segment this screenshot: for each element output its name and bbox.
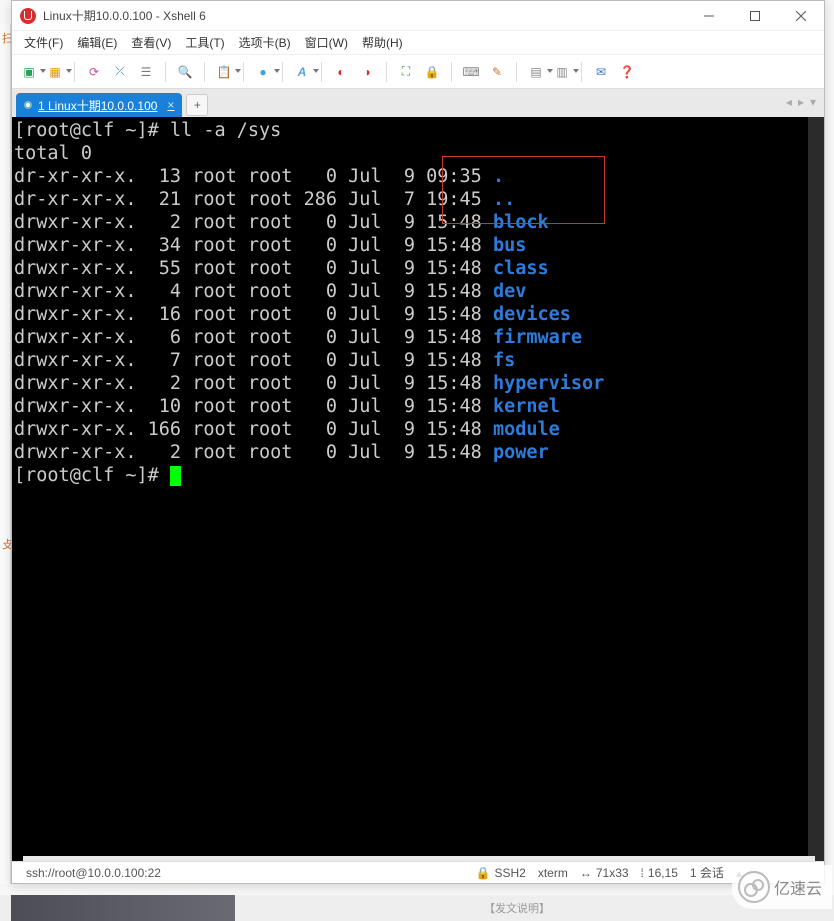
left-sliver: 扫 攴: [0, 24, 11, 884]
file-listing: dr-xr-xr-x. 13 root root 0 Jul 9 09:35 .…: [14, 165, 822, 464]
statusbar: ssh://root@10.0.0.100:22 🔒SSH2 xterm ↔ 71…: [12, 861, 824, 883]
terminal[interactable]: [root@clf ~]# ll -a /sys total 0 dr-xr-x…: [12, 117, 824, 861]
dir-name: module: [493, 419, 560, 440]
dir-name: kernel: [493, 396, 560, 417]
listing-row: drwxr-xr-x. 55 root root 0 Jul 9 15:48 c…: [14, 257, 822, 280]
tab-next-button[interactable]: ▸: [798, 95, 804, 109]
status-size: 71x33: [596, 866, 629, 880]
lock-button[interactable]: 🔒: [421, 61, 443, 83]
dir-name: ..: [493, 189, 515, 210]
close-tab-button[interactable]: ×: [167, 98, 174, 112]
status-protocol: SSH2: [494, 866, 525, 880]
menu-tools[interactable]: 工具(T): [179, 32, 230, 53]
tile-h-button[interactable]: ▤: [525, 61, 547, 83]
listing-row: drwxr-xr-x. 166 root root 0 Jul 9 15:48 …: [14, 418, 822, 441]
tab-label: 1 Linux十期10.0.0.100: [38, 97, 157, 114]
lock-icon: 🔒: [476, 866, 491, 880]
listing-row: drwxr-xr-x. 6 root root 0 Jul 9 15:48 fi…: [14, 326, 822, 349]
fullscreen-button[interactable]: ⛶: [395, 61, 417, 83]
compose-button[interactable]: ✉: [590, 61, 612, 83]
prompt-line-2: [root@clf ~]#: [14, 465, 170, 486]
tab-prev-button[interactable]: ◂: [786, 95, 792, 109]
watermark: 亿速云: [732, 865, 832, 909]
prompt-line: [root@clf ~]# ll -a /sys: [14, 120, 281, 141]
connection-indicator-icon: [24, 101, 32, 109]
menu-edit[interactable]: 编辑(E): [71, 32, 123, 53]
listing-row: drwxr-xr-x. 16 root root 0 Jul 9 15:48 d…: [14, 303, 822, 326]
reconnect-button[interactable]: ⟳: [83, 61, 105, 83]
dir-name: bus: [493, 235, 526, 256]
watermark-logo-icon: [738, 871, 770, 903]
listing-row: drwxr-xr-x. 2 root root 0 Jul 9 15:48 bl…: [14, 211, 822, 234]
menu-window[interactable]: 窗口(W): [299, 32, 354, 53]
xagent-button[interactable]: ◐: [330, 61, 352, 83]
maximize-button[interactable]: [732, 1, 778, 31]
pos-icon: ⁞: [641, 866, 644, 880]
color-scheme-button[interactable]: ●: [252, 61, 274, 83]
new-session-button[interactable]: ▣: [18, 61, 40, 83]
help-button[interactable]: ❓: [616, 61, 638, 83]
listing-row: drwxr-xr-x. 7 root root 0 Jul 9 15:48 fs: [14, 349, 822, 372]
session-tab[interactable]: 1 Linux十期10.0.0.100 ×: [16, 93, 182, 117]
status-term: xterm: [538, 866, 568, 880]
listing-row: drwxr-xr-x. 10 root root 0 Jul 9 15:48 k…: [14, 395, 822, 418]
status-sessions: 1 会话: [690, 864, 724, 881]
new-tab-button[interactable]: +: [186, 94, 208, 116]
watermark-text: 亿速云: [774, 875, 822, 899]
grey-strip: [23, 856, 815, 861]
dir-name: hypervisor: [493, 373, 604, 394]
window-title: Linux十期10.0.0.100 - Xshell 6: [43, 7, 206, 24]
search-button[interactable]: 🔍: [174, 61, 196, 83]
tab-list-button[interactable]: ▾: [810, 95, 816, 109]
listing-row: drwxr-xr-x. 2 root root 0 Jul 9 15:48 hy…: [14, 372, 822, 395]
xftp-button[interactable]: ◑: [356, 61, 378, 83]
page-bottom-strip: 【发文说明】: [0, 895, 834, 921]
dir-name: power: [493, 442, 549, 463]
properties-button[interactable]: ☰: [135, 61, 157, 83]
hex-button[interactable]: ⌨: [460, 61, 482, 83]
size-icon: ↔: [580, 866, 592, 880]
faint-text: 【发文说明】: [484, 900, 550, 916]
status-connection: ssh://root@10.0.0.100:22: [26, 866, 161, 880]
dir-name: fs: [493, 350, 515, 371]
dir-name: firmware: [493, 327, 582, 348]
close-button[interactable]: [778, 1, 824, 31]
menu-file[interactable]: 文件(F): [18, 32, 69, 53]
listing-row: drwxr-xr-x. 4 root root 0 Jul 9 15:48 de…: [14, 280, 822, 303]
minimize-button[interactable]: [686, 1, 732, 31]
open-session-button[interactable]: ▦: [44, 61, 66, 83]
cursor: [170, 466, 181, 486]
total-line: total 0: [14, 142, 822, 165]
dir-name: dev: [493, 281, 526, 302]
tile-v-button[interactable]: ▥: [551, 61, 573, 83]
menu-view[interactable]: 查看(V): [125, 32, 177, 53]
tab-nav: ◂ ▸ ▾: [786, 95, 816, 109]
dir-name: .: [493, 166, 504, 187]
dir-name: block: [493, 212, 549, 233]
menu-help[interactable]: 帮助(H): [356, 32, 409, 53]
listing-row: dr-xr-xr-x. 21 root root 286 Jul 7 19:45…: [14, 188, 822, 211]
dir-name: devices: [493, 304, 571, 325]
listing-row: drwxr-xr-x. 2 root root 0 Jul 9 15:48 po…: [14, 441, 822, 464]
app-icon: [20, 8, 36, 24]
titlebar[interactable]: Linux十期10.0.0.100 - Xshell 6: [12, 1, 824, 31]
disconnect-button[interactable]: ⤫: [109, 61, 131, 83]
font-button[interactable]: A: [291, 61, 313, 83]
dir-name: class: [493, 258, 549, 279]
status-pos: 16,15: [648, 866, 678, 880]
listing-row: dr-xr-xr-x. 13 root root 0 Jul 9 09:35 .: [14, 165, 822, 188]
terminal-scrollbar[interactable]: [808, 117, 824, 861]
tabbar: 1 Linux十期10.0.0.100 × + ◂ ▸ ▾: [12, 89, 824, 117]
toolbar: ▣ ▦ ⟳ ⤫ ☰ 🔍 📋 ● A ◐ ◑ ⛶ 🔒 ⌨ ✎ ▤ ▥ ✉ ❓: [12, 55, 824, 89]
xshell-window: Linux十期10.0.0.100 - Xshell 6 文件(F) 编辑(E)…: [11, 0, 825, 884]
menubar: 文件(F) 编辑(E) 查看(V) 工具(T) 选项卡(B) 窗口(W) 帮助(…: [12, 31, 824, 55]
copy-button[interactable]: 📋: [213, 61, 235, 83]
menu-tabs[interactable]: 选项卡(B): [233, 32, 297, 53]
listing-row: drwxr-xr-x. 34 root root 0 Jul 9 15:48 b…: [14, 234, 822, 257]
highlight-button[interactable]: ✎: [486, 61, 508, 83]
